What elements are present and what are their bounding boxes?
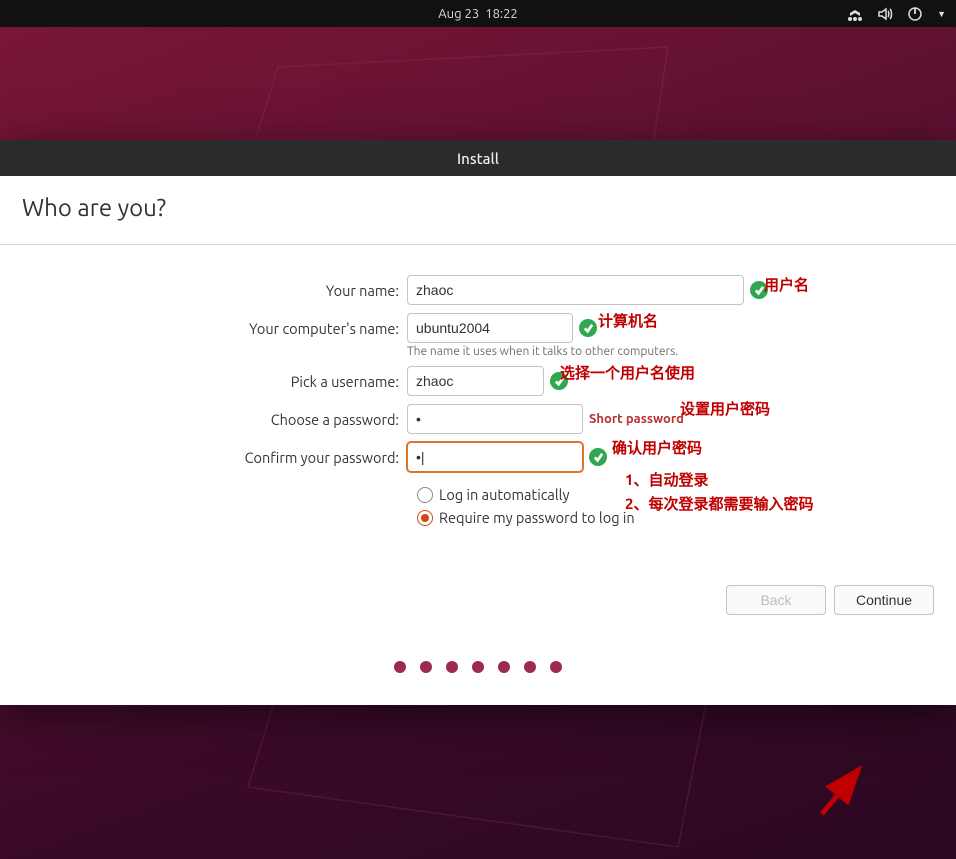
- password-input[interactable]: [407, 404, 583, 434]
- your-name-input[interactable]: [407, 275, 744, 305]
- your-name-label: Your name:: [22, 282, 407, 299]
- chevron-down-icon[interactable]: ▼: [937, 9, 946, 19]
- check-icon: [550, 372, 568, 390]
- page-heading: Who are you?: [22, 194, 934, 221]
- installer-window: Install Who are you? Your name: Your com…: [0, 140, 956, 705]
- computer-name-label: Your computer's name:: [22, 320, 407, 337]
- computer-name-hint: The name it uses when it talks to other …: [407, 345, 678, 358]
- password-label: Choose a password:: [22, 411, 407, 428]
- continue-button[interactable]: Continue: [834, 585, 934, 615]
- check-icon: [589, 448, 607, 466]
- topbar-date: Aug 23: [438, 7, 479, 21]
- computer-name-input[interactable]: [407, 313, 573, 343]
- confirm-password-input[interactable]: [407, 442, 583, 472]
- annotation-arrow: [814, 759, 874, 822]
- username-label: Pick a username:: [22, 373, 407, 390]
- back-button[interactable]: Back: [726, 585, 826, 615]
- auto-login-label: Log in automatically: [439, 486, 569, 503]
- volume-icon[interactable]: [877, 6, 893, 22]
- check-icon: [579, 319, 597, 337]
- password-strength: Short password: [589, 412, 684, 426]
- confirm-password-label: Confirm your password:: [22, 449, 407, 466]
- require-password-label: Require my password to log in: [439, 509, 635, 526]
- window-titlebar: Install: [0, 140, 956, 176]
- power-icon[interactable]: [907, 6, 923, 22]
- desktop-topbar: Aug 23 18:22 ▼: [0, 0, 956, 27]
- progress-dots: [394, 661, 562, 673]
- network-icon[interactable]: [847, 6, 863, 22]
- radio-selected-icon: [417, 510, 433, 526]
- topbar-time: 18:22: [485, 7, 518, 21]
- check-icon: [750, 281, 768, 299]
- radio-unselected-icon: [417, 487, 433, 503]
- window-title: Install: [457, 150, 499, 167]
- require-password-option[interactable]: Require my password to log in: [417, 509, 934, 526]
- auto-login-option[interactable]: Log in automatically: [417, 486, 934, 503]
- topbar-clock[interactable]: Aug 23 18:22: [438, 7, 518, 21]
- username-input[interactable]: [407, 366, 544, 396]
- user-form: Your name: Your computer's name: The nam…: [22, 275, 934, 526]
